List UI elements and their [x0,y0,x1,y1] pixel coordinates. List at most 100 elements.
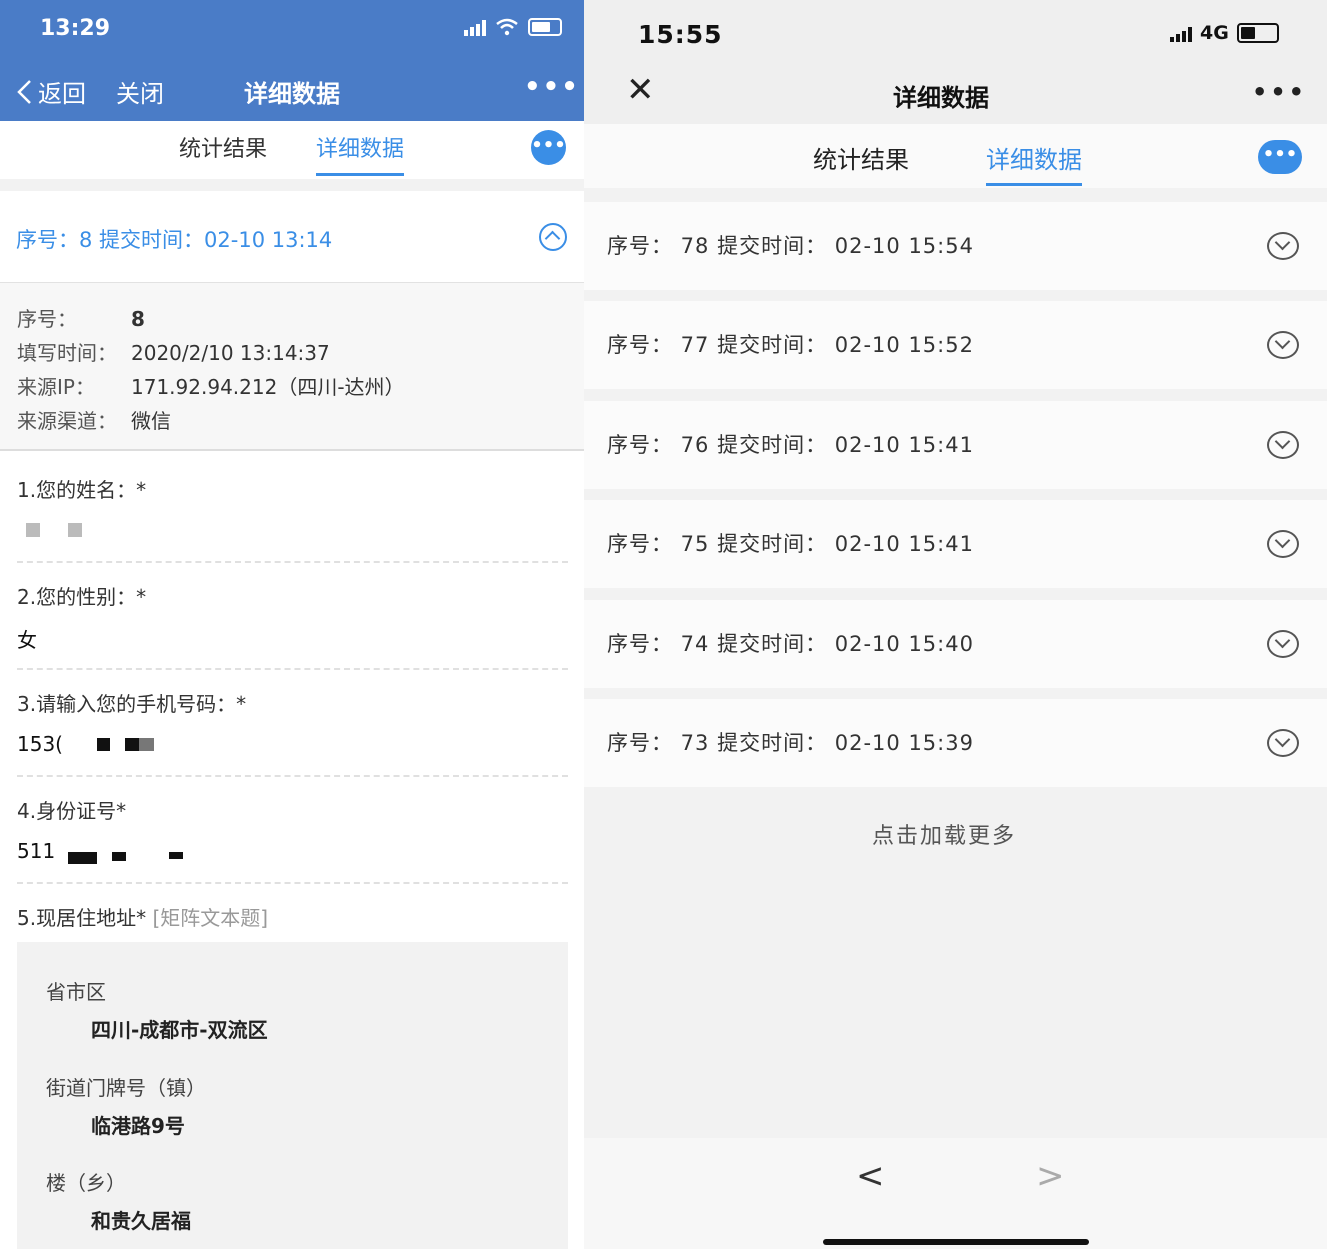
tab-detail-label: 详细数据 [986,146,1082,174]
close-icon[interactable]: ✕ [626,70,655,110]
tab-bar: 统计结果 详细数据 [0,121,584,179]
address-label: 街道门牌号（镇） [46,1076,206,1100]
answer-id: 511 [17,839,56,863]
question-address-label: 5.现居住地址* [17,906,147,930]
redacted-block [125,738,139,751]
entry-summary: 序号： 78 提交时间： 02-10 15:54 [607,234,974,258]
chevron-down-icon[interactable] [1267,331,1299,359]
meta-row: 序号： 8 [17,303,145,332]
question-address: 5.现居住地址* [矩阵文本题] [17,902,268,931]
address-value: 临港路9号 [91,1114,185,1138]
chevron-down-icon[interactable] [1267,232,1299,260]
back-button[interactable]: 返回 [16,74,86,109]
home-indicator [823,1239,1089,1245]
more-icon[interactable]: ••• [1252,78,1307,106]
meta-key: 来源渠道： [17,409,117,433]
left-header: 13:29 返回 关闭 详细数据 ••• [0,0,584,121]
redacted-block [68,852,97,864]
bottom-toolbar [584,1138,1327,1249]
tab-stats[interactable]: 统计结果 [813,140,909,175]
question-id: 4.身份证号* [17,799,127,823]
battery-icon [528,18,562,36]
tab-detail[interactable]: 详细数据 [316,131,405,176]
load-more-button[interactable]: 点击加载更多 [872,818,1016,850]
divider [17,668,568,670]
entry-summary: 序号： 73 提交时间： 02-10 15:39 [607,731,974,755]
list-item[interactable]: 序号： 75 提交时间： 02-10 15:41 [584,500,1327,588]
signal-icon [464,18,486,36]
redacted-block [97,738,110,751]
right-header: 15:55 4G ✕ 详细数据 ••• [584,0,1327,124]
signal-icon [1170,24,1192,42]
redacted-block [139,738,154,751]
right-screenshot: 15:55 4G ✕ 详细数据 ••• 统计结果 详细数据 ••• 序号： 78… [584,0,1327,1249]
question-gender: 2.您的性别：* [17,585,147,609]
address-matrix: 省市区 四川-成都市-双流区 街道门牌号（镇） 临港路9号 楼（乡） 和贵久居福 [17,942,568,1249]
tab-bar: 统计结果 详细数据 [584,124,1327,188]
list-item[interactable]: 序号： 76 提交时间： 02-10 15:41 [584,401,1327,489]
status-icons: 4G [1170,22,1279,44]
meta-row: 来源渠道： 微信 [17,405,171,434]
back-arrow-icon[interactable]: < [856,1156,885,1196]
entry-meta: 序号： 8 填写时间： 2020/2/10 13:14:37 来源IP： 171.92… [0,283,584,451]
list-item[interactable]: 序号： 74 提交时间： 02-10 15:40 [584,600,1327,688]
chevron-down-icon[interactable] [1267,630,1299,658]
list-item[interactable]: 序号： 77 提交时间： 02-10 15:52 [584,301,1327,389]
meta-row: 来源IP： 171.92.94.212（四川-达州） [17,371,405,400]
chevron-left-icon [17,79,31,104]
meta-key: 填写时间： [17,341,117,365]
tab-detail[interactable]: 详细数据 [986,140,1082,186]
divider [17,882,568,884]
address-value: 和贵久居福 [91,1209,191,1233]
status-time: 13:29 [40,16,111,41]
list-item[interactable]: 序号： 73 提交时间： 02-10 15:39 [584,699,1327,787]
meta-key: 来源IP： [17,375,95,399]
chat-bubble-icon[interactable]: ••• [1258,140,1302,174]
chevron-down-icon[interactable] [1267,431,1299,459]
meta-value: 8 [131,307,145,331]
tab-stats[interactable]: 统计结果 [179,131,267,163]
question-phone: 3.请输入您的手机号码：* [17,692,247,716]
entry-header[interactable]: 序号：8 提交时间：02-10 13:14 [0,191,584,283]
answer-gender: 女 [17,628,37,652]
meta-value: 171.92.94.212（四川-达州） [131,375,405,399]
meta-value: 微信 [131,409,171,433]
redacted-block [68,523,82,537]
chevron-up-icon[interactable] [539,223,567,251]
network-label: 4G [1200,22,1229,44]
meta-key: 序号： [17,307,77,331]
tab-detail-label: 详细数据 [316,137,405,162]
redacted-block [112,852,126,861]
entry-summary: 序号：8 提交时间：02-10 13:14 [16,228,333,252]
back-label: 返回 [38,80,86,108]
more-icon[interactable]: ••• [524,72,580,102]
address-label: 楼（乡） [46,1171,126,1195]
status-icons [464,18,562,36]
divider [17,561,568,563]
chevron-down-icon[interactable] [1267,530,1299,558]
status-time: 15:55 [638,20,723,49]
page-title: 详细数据 [893,84,989,112]
divider [0,179,584,191]
entry-summary: 序号： 76 提交时间： 02-10 15:41 [607,433,974,457]
entry-summary: 序号： 75 提交时间： 02-10 15:41 [607,532,974,556]
close-button[interactable]: 关闭 [116,74,164,109]
wifi-icon [496,18,518,36]
left-screenshot: 13:29 返回 关闭 详细数据 ••• 统计结果 详细数据 ••• 序号：8 … [0,0,584,1249]
entry-summary: 序号： 77 提交时间： 02-10 15:52 [607,333,974,357]
redacted-block [169,852,183,859]
list-item[interactable]: 序号： 78 提交时间： 02-10 15:54 [584,202,1327,290]
battery-icon [1236,23,1279,43]
question-type-tag: [矩阵文本题] [152,906,269,930]
divider [17,775,568,777]
meta-value: 2020/2/10 13:14:37 [131,341,330,365]
entry-summary: 序号： 74 提交时间： 02-10 15:40 [607,632,974,656]
address-label: 省市区 [46,980,106,1004]
chevron-down-icon[interactable] [1267,729,1299,757]
tab-underline [316,173,405,176]
address-value: 四川-成都市-双流区 [91,1018,268,1042]
forward-arrow-icon[interactable]: > [1036,1156,1065,1196]
redacted-block [26,523,40,537]
chat-bubble-icon[interactable]: ••• [531,130,566,165]
question-name: 1.您的姓名：* [17,478,147,502]
